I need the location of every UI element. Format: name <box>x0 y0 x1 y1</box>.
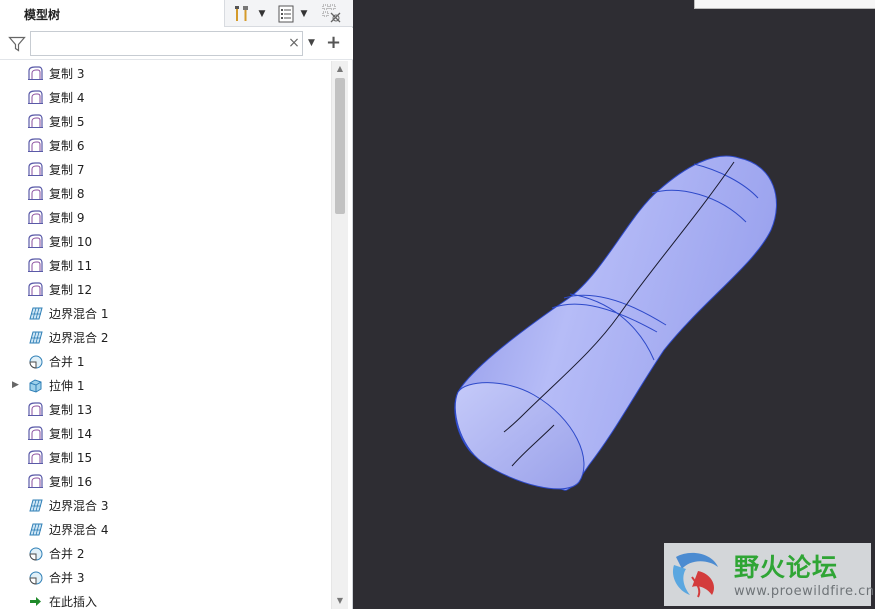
boundary-blend-icon <box>27 521 44 538</box>
tree-item[interactable]: 复制 3 <box>0 61 331 85</box>
graphics-viewport[interactable] <box>354 0 875 609</box>
tree-item-label: 合并 2 <box>49 547 85 561</box>
tree-item[interactable]: 复制 13 <box>0 397 331 421</box>
tree-item[interactable]: 复制 14 <box>0 421 331 445</box>
scroll-down-arrow-icon[interactable]: ▼ <box>332 595 348 607</box>
watermark-url: www.proewildfire.cn <box>734 584 875 599</box>
tree-item-label: 边界混合 1 <box>49 307 109 321</box>
boundary-blend-icon <box>27 329 44 346</box>
tree-item-label: 复制 9 <box>49 211 85 225</box>
copy-surface-icon <box>27 473 44 490</box>
boundary-blend-icon <box>27 497 44 514</box>
copy-surface-icon <box>27 209 44 226</box>
tree-item-label: 复制 15 <box>49 451 93 465</box>
tree-item[interactable]: 复制 6 <box>0 133 331 157</box>
copy-surface-icon <box>27 89 44 106</box>
tree-item[interactable]: 复制 5 <box>0 109 331 133</box>
tree-item-label: 复制 14 <box>49 427 93 441</box>
tree-item-label: 边界混合 4 <box>49 523 109 537</box>
model-tree-title: 模型树 <box>24 8 61 22</box>
tree-item-label: 在此插入 <box>49 595 98 609</box>
scroll-up-arrow-icon[interactable]: ▲ <box>332 63 348 75</box>
tree-item[interactable]: 复制 9 <box>0 205 331 229</box>
model-tree-panel: 模型树 ▼ ▼ × ▼ + 复制 3 复制 4 复制 5 复制 6 复制 7 复… <box>0 0 353 609</box>
merge-icon <box>27 353 44 370</box>
model-tree-list: 复制 3 复制 4 复制 5 复制 6 复制 7 复制 8 复制 9 复制 10 复制 11 复制… <box>0 61 331 609</box>
copy-surface-icon <box>27 113 44 130</box>
tree-item[interactable]: ▶ 拉伸 1 <box>0 373 331 397</box>
tree-item-label: 复制 11 <box>49 259 93 273</box>
tree-item[interactable]: 复制 7 <box>0 157 331 181</box>
tree-scrollbar[interactable]: ▲ ▼ <box>331 61 348 609</box>
tree-item[interactable]: 合并 3 <box>0 565 331 589</box>
tree-item[interactable]: 边界混合 4 <box>0 517 331 541</box>
tree-item-label: 复制 8 <box>49 187 85 201</box>
tree-item-label: 合并 3 <box>49 571 85 585</box>
surface-model[interactable] <box>354 0 875 609</box>
copy-surface-icon <box>27 233 44 250</box>
watermark-name: 野火论坛 <box>734 553 839 582</box>
copy-surface-icon <box>27 449 44 466</box>
merge-icon <box>27 545 44 562</box>
model-tree-tab[interactable]: 模型树 <box>0 0 225 27</box>
tree-item-label: 合并 1 <box>49 355 85 369</box>
scroll-thumb[interactable] <box>335 78 345 214</box>
insert-here-arrow-icon <box>27 593 44 609</box>
copy-surface-icon <box>27 185 44 202</box>
tree-item-label: 边界混合 3 <box>49 499 109 513</box>
list-dropdown-caret-icon[interactable]: ▼ <box>298 4 310 24</box>
tree-item[interactable]: 合并 2 <box>0 541 331 565</box>
tree-item[interactable]: 在此插入 <box>0 589 331 609</box>
extrude-icon <box>27 377 44 394</box>
search-input[interactable] <box>30 31 303 56</box>
filter-icon[interactable] <box>8 35 26 53</box>
copy-surface-icon <box>27 257 44 274</box>
tree-settings-icon[interactable] <box>320 4 344 24</box>
copy-surface-icon <box>27 281 44 298</box>
tree-item[interactable]: 复制 16 <box>0 469 331 493</box>
copy-surface-icon <box>27 65 44 82</box>
tree-item[interactable]: 合并 1 <box>0 349 331 373</box>
list-icon[interactable] <box>276 4 296 24</box>
tree-item-label: 复制 7 <box>49 163 85 177</box>
tools-icon[interactable] <box>231 4 253 24</box>
tree-item[interactable]: 复制 12 <box>0 277 331 301</box>
tree-item-label: 复制 4 <box>49 91 85 105</box>
tree-item-label: 复制 12 <box>49 283 93 297</box>
tree-item-label: 复制 16 <box>49 475 93 489</box>
clear-search-icon[interactable]: × <box>287 35 301 51</box>
tree-item-label: 复制 5 <box>49 115 85 129</box>
tree-item-label: 复制 13 <box>49 403 93 417</box>
watermark-logo-icon <box>672 552 718 598</box>
copy-surface-icon <box>27 425 44 442</box>
tree-item[interactable]: 复制 11 <box>0 253 331 277</box>
watermark: 野火论坛 www.proewildfire.cn <box>664 543 875 606</box>
tree-item-label: 复制 10 <box>49 235 93 249</box>
tools-dropdown-caret-icon[interactable]: ▼ <box>256 4 268 24</box>
merge-icon <box>27 569 44 586</box>
tree-item[interactable]: 复制 4 <box>0 85 331 109</box>
tree-item[interactable]: 复制 8 <box>0 181 331 205</box>
expand-arrow-icon[interactable]: ▶ <box>12 379 22 391</box>
boundary-blend-icon <box>27 305 44 322</box>
tree-item[interactable]: 边界混合 1 <box>0 301 331 325</box>
tree-item-label: 复制 6 <box>49 139 85 153</box>
tree-item-label: 拉伸 1 <box>49 379 85 393</box>
add-icon[interactable]: + <box>326 32 341 53</box>
copy-surface-icon <box>27 401 44 418</box>
tree-item[interactable]: 边界混合 2 <box>0 325 331 349</box>
filter-row: × ▼ + <box>0 28 353 60</box>
filter-dropdown-caret-icon[interactable]: ▼ <box>308 38 315 48</box>
tree-item[interactable]: 复制 15 <box>0 445 331 469</box>
tree-item-label: 复制 3 <box>49 67 85 81</box>
tree-item-label: 边界混合 2 <box>49 331 109 345</box>
tree-item[interactable]: 边界混合 3 <box>0 493 331 517</box>
copy-surface-icon <box>27 137 44 154</box>
tree-item[interactable]: 复制 10 <box>0 229 331 253</box>
copy-surface-icon <box>27 161 44 178</box>
